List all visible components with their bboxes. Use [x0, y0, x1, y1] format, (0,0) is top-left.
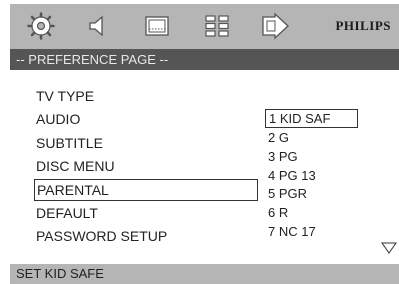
video-grid-icon[interactable] [200, 12, 234, 40]
menu-item-tv-type[interactable]: TV TYPE [36, 85, 258, 108]
option-pg[interactable]: 3 PG [265, 148, 358, 167]
option-pg-13[interactable]: 4 PG 13 [265, 167, 358, 186]
menu-item-disc-menu[interactable]: DISC MENU [36, 155, 258, 178]
menu-item-default[interactable]: DEFAULT [36, 202, 258, 225]
dvd-setup-screen: PHILIPS -- PREFERENCE PAGE -- TV TYPE AU… [10, 4, 399, 284]
display-icon[interactable] [140, 12, 174, 40]
option-kid-safe[interactable]: 1 KID SAF [265, 109, 358, 128]
preference-menu: TV TYPE AUDIO SUBTITLE DISC MENU PARENTA… [34, 85, 258, 249]
option-r[interactable]: 6 R [265, 204, 358, 223]
menu-item-parental[interactable]: PARENTAL [34, 179, 258, 202]
parental-options-list: 1 KID SAF 2 G 3 PG 4 PG 13 5 PGR 6 R 7 N… [265, 109, 358, 242]
option-nc-17[interactable]: 7 NC 17 [265, 223, 358, 242]
status-bar: SET KID SAFE [10, 264, 399, 284]
setup-toolbar: PHILIPS [10, 4, 399, 49]
option-g[interactable]: 2 G [265, 129, 358, 148]
brand-logo: PHILIPS [335, 18, 391, 33]
option-pgr[interactable]: 5 PGR [265, 185, 358, 204]
speaker-icon[interactable] [82, 12, 116, 40]
menu-item-password-setup[interactable]: PASSWORD SETUP [36, 225, 258, 248]
menu-item-subtitle[interactable]: SUBTITLE [36, 132, 258, 155]
preferences-arrow-icon[interactable] [258, 12, 292, 40]
settings-icon[interactable] [24, 12, 58, 40]
page-title: -- PREFERENCE PAGE -- [10, 49, 399, 70]
scroll-down-icon[interactable] [381, 241, 397, 254]
menu-item-audio[interactable]: AUDIO [36, 108, 258, 131]
